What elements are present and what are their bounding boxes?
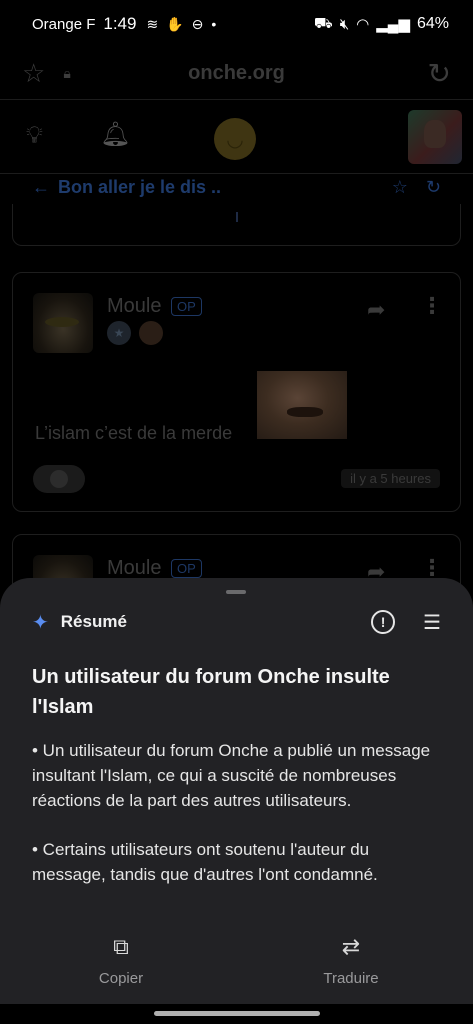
translate-icon: ⇄ — [341, 934, 361, 959]
summary-actions: ⧉ Copier ⇄ Traduire — [0, 934, 473, 1004]
refresh-icon[interactable]: ↻ — [426, 177, 441, 198]
op-badge: OP — [171, 559, 202, 578]
signal-wave-icon: ≋ — [146, 15, 159, 32]
url-text[interactable]: onche.org — [0, 62, 473, 85]
favorite-star-icon[interactable]: ☆ — [392, 177, 408, 198]
previous-post-card — [12, 204, 461, 246]
system-icons: ⛟ 🔇︎ ◠ ▂▄▆ 64% — [314, 15, 449, 34]
battery-level: 64% — [416, 15, 449, 32]
post-author[interactable]: Moule — [107, 295, 161, 318]
home-gesture-bar[interactable] — [154, 1011, 320, 1016]
translate-label: Traduire — [323, 970, 379, 987]
user-avatar[interactable] — [408, 110, 462, 164]
cursor-mark — [236, 212, 238, 222]
more-options-icon[interactable]: ⋮ — [421, 557, 443, 579]
ai-sparkle-icon: ✦ — [32, 611, 49, 634]
bed-icon: ⛟ — [313, 14, 333, 32]
copy-button[interactable]: ⧉ Copier — [46, 934, 196, 987]
mute-icon: 🔇︎ — [339, 15, 350, 33]
smiley-icon[interactable]: ◡ — [214, 118, 256, 160]
translate-button[interactable]: ⇄ Traduire — [276, 934, 426, 987]
dot-icon: • — [211, 16, 217, 32]
op-badge: OP — [171, 297, 202, 316]
post-message: L’islam c’est de la merde — [35, 423, 233, 443]
lightbulb-icon[interactable]: 💡︎ — [26, 122, 43, 150]
post-author-avatar[interactable] — [33, 293, 93, 353]
signal-bars-icon: ▂▄▆ — [376, 16, 410, 33]
bookmark-star-icon[interactable]: ☆ — [22, 58, 45, 89]
summary-bullet: • Un utilisateur du forum Onche a publié… — [32, 741, 431, 810]
back-arrow-icon[interactable]: ← — [32, 177, 50, 198]
summary-title: Un utilisateur du forum Onche insulte l'… — [32, 666, 390, 718]
summary-bottom-sheet: ✦ Résumé ! ☰ Un utilisateur du forum Onc… — [0, 578, 473, 1004]
dnd-icon: ⊖ — [191, 15, 204, 32]
share-icon[interactable]: ➦ — [367, 297, 385, 323]
post-timestamp: il y a 5 heures — [341, 469, 440, 488]
post-image — [257, 371, 347, 439]
lock-icon: 🔒︎ — [63, 64, 71, 81]
topic-title[interactable]: Bon aller je le dis .. — [58, 177, 221, 198]
sheet-drag-handle[interactable] — [226, 590, 246, 594]
notification-icons: ≋ ✋ ⊖ • — [146, 16, 216, 33]
summary-label: Résumé — [60, 612, 127, 631]
wifi-icon: ◠ — [356, 16, 370, 33]
summary-bullet: • Certains utilisateurs ont soutenu l'au… — [32, 840, 378, 884]
post-author[interactable]: Moule — [107, 557, 161, 580]
carrier-name: Orange F — [32, 15, 96, 33]
copy-icon: ⧉ — [113, 934, 129, 959]
copy-label: Copier — [98, 970, 144, 987]
site-toolbar: 💡︎ 🔔︎ ◡ — [0, 100, 473, 174]
hand-icon: ✋ — [166, 15, 184, 32]
reload-icon[interactable]: ↻ — [428, 57, 451, 90]
user-badge — [139, 321, 163, 345]
reaction-icon — [50, 470, 68, 488]
bell-icon[interactable]: 🔔︎ — [100, 120, 130, 149]
summary-content[interactable]: Un utilisateur du forum Onche insulte l'… — [32, 662, 432, 926]
browser-url-bar: onche.org ☆ 🔒︎ ↻ — [0, 48, 473, 98]
clock: 1:49 — [103, 14, 137, 33]
more-options-icon[interactable]: ⋮ — [421, 295, 443, 317]
forum-post: Moule OP ★ ➦ ⋮ L’islam c’est de la merde… — [12, 272, 461, 512]
alert-icon[interactable]: ! — [371, 610, 396, 634]
status-bar: Orange F 1:49 ≋ ✋ ⊖ • ⛟ 🔇︎ ◠ ▂▄▆ 64% — [0, 0, 473, 48]
summary-format-icon[interactable]: ☰ — [423, 610, 441, 635]
reaction-button[interactable] — [33, 465, 85, 493]
rank-star-icon: ★ — [107, 321, 131, 345]
topic-header: ← Bon aller je le dis .. ☆ ↻ — [0, 174, 473, 200]
summary-header: ✦ Résumé ! ☰ — [32, 606, 441, 638]
